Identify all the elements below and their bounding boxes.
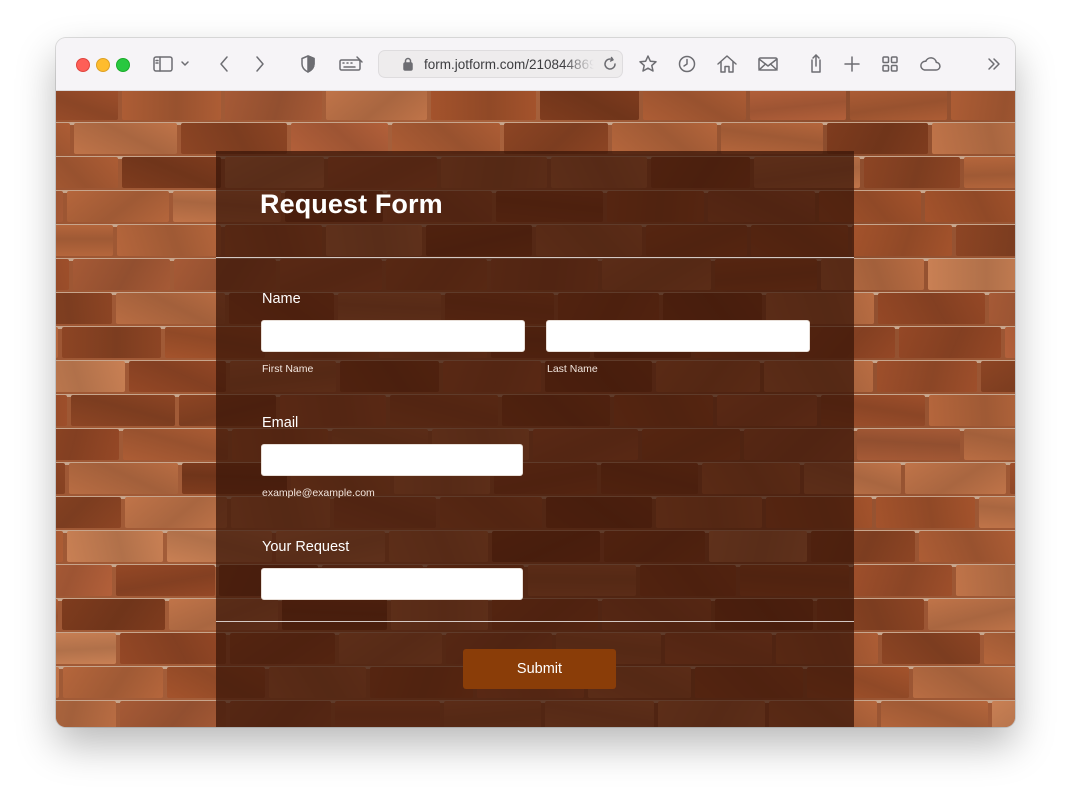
page-content: Request Form Name First Name Last Name E… xyxy=(56,91,1015,727)
sidebar-icon[interactable] xyxy=(151,52,175,76)
reload-icon[interactable] xyxy=(601,53,619,75)
star-icon[interactable] xyxy=(636,52,660,76)
share-icon[interactable] xyxy=(804,52,828,76)
more-chevrons-icon[interactable] xyxy=(982,52,1006,76)
close-window-button[interactable] xyxy=(76,58,90,72)
url-text: form.jotform.com/210844869 xyxy=(424,57,594,72)
address-bar[interactable]: form.jotform.com/210844869 xyxy=(378,50,623,78)
cloud-icon[interactable] xyxy=(917,52,943,76)
email-label: Email xyxy=(262,415,299,431)
history-icon[interactable] xyxy=(675,52,699,76)
submit-button[interactable]: Submit xyxy=(463,649,616,689)
first-name-sublabel: First Name xyxy=(262,363,314,375)
plus-icon[interactable] xyxy=(840,52,864,76)
browser-window: form.jotform.com/210844869 Request Form … xyxy=(56,38,1015,727)
footer-divider xyxy=(216,621,854,622)
last-name-sublabel: Last Name xyxy=(547,363,598,375)
last-name-input[interactable] xyxy=(546,320,810,352)
request-label: Your Request xyxy=(262,539,350,555)
zoom-window-button[interactable] xyxy=(116,58,130,72)
shield-icon[interactable] xyxy=(296,52,320,76)
mail-icon[interactable] xyxy=(756,52,780,76)
keyboard-icon[interactable] xyxy=(337,52,365,76)
lock-icon xyxy=(401,53,415,75)
email-sublabel: example@example.com xyxy=(262,487,375,499)
name-label: Name xyxy=(262,291,301,307)
request-input[interactable] xyxy=(261,568,523,600)
tab-overview-icon[interactable] xyxy=(878,52,902,76)
home-icon[interactable] xyxy=(715,52,739,76)
first-name-input[interactable] xyxy=(261,320,525,352)
form-title: Request Form xyxy=(260,189,443,219)
form-card: Request Form Name First Name Last Name E… xyxy=(216,151,854,727)
minimize-window-button[interactable] xyxy=(96,58,110,72)
back-icon[interactable] xyxy=(212,52,236,76)
email-input[interactable] xyxy=(261,444,523,476)
chevron-down-icon[interactable] xyxy=(178,52,192,76)
forward-icon[interactable] xyxy=(248,52,272,76)
browser-toolbar: form.jotform.com/210844869 xyxy=(56,38,1015,91)
header-divider xyxy=(216,257,854,258)
